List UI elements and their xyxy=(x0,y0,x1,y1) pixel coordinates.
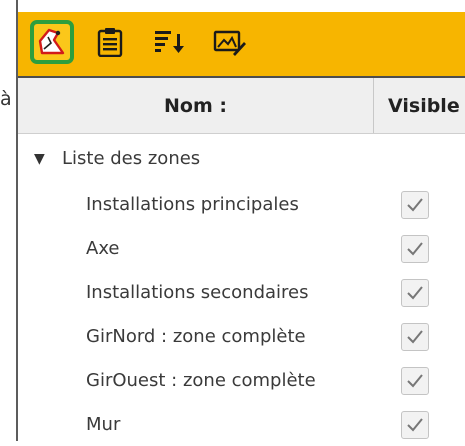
visible-checkbox[interactable] xyxy=(401,411,429,439)
tree-item-label: GirNord : zone complète xyxy=(86,326,306,347)
tree-item[interactable]: Installations secondaires xyxy=(18,272,465,314)
zone-polygon-icon xyxy=(38,28,65,55)
tree-item[interactable]: Axe xyxy=(18,228,465,270)
tree-item-label: GirOuest : zone complète xyxy=(86,370,316,391)
column-header-visible[interactable]: Visible xyxy=(374,78,465,133)
sort-down-icon xyxy=(155,31,184,53)
visible-checkbox[interactable] xyxy=(401,235,429,263)
visible-checkbox[interactable] xyxy=(401,191,429,219)
tree-item-label: Axe xyxy=(86,238,120,259)
tree-item-label: Mur xyxy=(86,414,121,435)
visible-checkbox[interactable] xyxy=(401,323,429,351)
sort-tool-button[interactable] xyxy=(148,20,192,64)
tree-group-label: Liste des zones xyxy=(62,148,201,169)
visible-checkbox[interactable] xyxy=(401,367,429,395)
image-edit-tool-button[interactable] xyxy=(208,20,252,64)
checkmark-icon xyxy=(407,374,423,388)
tree-item[interactable]: GirOuest : zone complète xyxy=(18,360,465,402)
tree-item-label: Installations principales xyxy=(86,194,299,215)
zone-polygon-tool-button[interactable] xyxy=(30,20,74,64)
column-header-name[interactable]: Nom : xyxy=(18,78,374,133)
clipboard-list-icon xyxy=(97,28,123,57)
checkmark-icon xyxy=(407,330,423,344)
tree-group-zones[interactable]: ▼ Liste des zones xyxy=(18,138,465,180)
checkmark-icon xyxy=(407,418,423,432)
toolbar xyxy=(18,12,465,78)
image-edit-icon xyxy=(213,30,246,56)
tree-item[interactable]: GirNord : zone complète xyxy=(18,316,465,358)
clipboard-tool-button[interactable] xyxy=(88,20,132,64)
checkmark-icon xyxy=(407,286,423,300)
visible-checkbox[interactable] xyxy=(401,279,429,307)
checkmark-icon xyxy=(407,242,423,256)
tree-item[interactable]: Mur xyxy=(18,404,465,446)
expand-arrow-icon[interactable]: ▼ xyxy=(34,138,45,180)
table-header: Nom : Visible xyxy=(18,78,465,134)
tree-item-label: Installations secondaires xyxy=(86,282,309,303)
stray-text: à xyxy=(0,88,12,110)
tree-item[interactable]: Installations principales xyxy=(18,184,465,226)
checkmark-icon xyxy=(407,198,423,212)
zones-panel: Nom : Visible ▼ Liste des zones Installa… xyxy=(16,0,465,441)
panel-top-strip xyxy=(18,0,465,12)
